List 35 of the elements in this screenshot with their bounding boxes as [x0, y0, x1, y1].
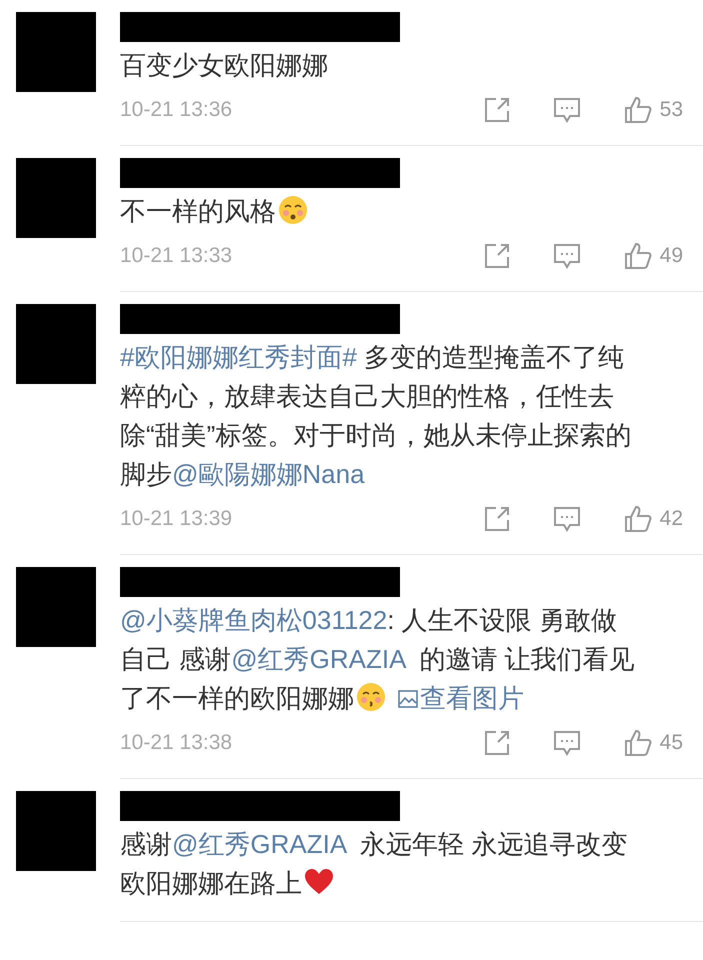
comment-text: 不一样的风格 [120, 192, 635, 231]
timestamp: 10-21 13:33 [120, 243, 234, 270]
link[interactable]: @红秀GRAZIA [231, 644, 405, 674]
image-icon [398, 690, 418, 708]
blushing-face-icon [278, 195, 308, 225]
like-button[interactable]: 45 [624, 727, 683, 759]
comment-icon[interactable] [554, 506, 580, 532]
share-icon[interactable] [484, 97, 510, 123]
link[interactable]: @小葵牌鱼肉松031122 [120, 605, 388, 635]
view-picture-link[interactable]: 查看图片 [398, 683, 524, 713]
thumbs-up-icon [624, 242, 652, 270]
link[interactable]: #欧阳娜娜红秀封面# [120, 342, 357, 372]
like-button[interactable]: 53 [624, 94, 683, 126]
timestamp: 10-21 13:38 [120, 730, 234, 756]
timestamp: 10-21 13:36 [120, 97, 234, 124]
share-icon[interactable] [484, 506, 510, 532]
like-button[interactable]: 42 [624, 503, 683, 535]
thumbs-up-icon [624, 505, 652, 533]
kissing-face-icon [356, 682, 386, 712]
comment-text: 感谢@红秀GRAZIA 永远年轻 永远追寻改变欧阳娜娜在路上 [120, 828, 628, 900]
comment-text: @小葵牌鱼肉松031122: 人生不设限 勇敢做自己 感谢@红秀GRAZIA 的邀请 让我们看见了不一样的欧阳娜娜 查看图片 [120, 604, 635, 715]
link[interactable]: @红秀GRAZIA [172, 829, 346, 859]
link[interactable]: @歐陽娜娜Nana [172, 459, 365, 489]
share-icon[interactable] [484, 730, 510, 756]
comment-text: 百变少女欧阳娜娜 [120, 49, 329, 82]
like-button[interactable]: 49 [624, 240, 683, 272]
timestamp: 10-21 13:39 [120, 506, 234, 532]
comment-text: #欧阳娜娜红秀封面# 多变的造型掩盖不了纯粹的心，放肆表达自己大胆的性格，任性去除“甜美”标签。对于时尚，她从未停止探索的脚步@歐陽娜娜Nana [120, 341, 632, 491]
comment-icon[interactable] [554, 730, 580, 756]
thumbs-up-icon [624, 729, 652, 757]
comment-icon[interactable] [554, 97, 580, 123]
share-icon[interactable] [484, 243, 510, 269]
thumbs-up-icon [624, 96, 652, 124]
heart-icon [304, 868, 334, 896]
comment-icon[interactable] [554, 243, 580, 269]
